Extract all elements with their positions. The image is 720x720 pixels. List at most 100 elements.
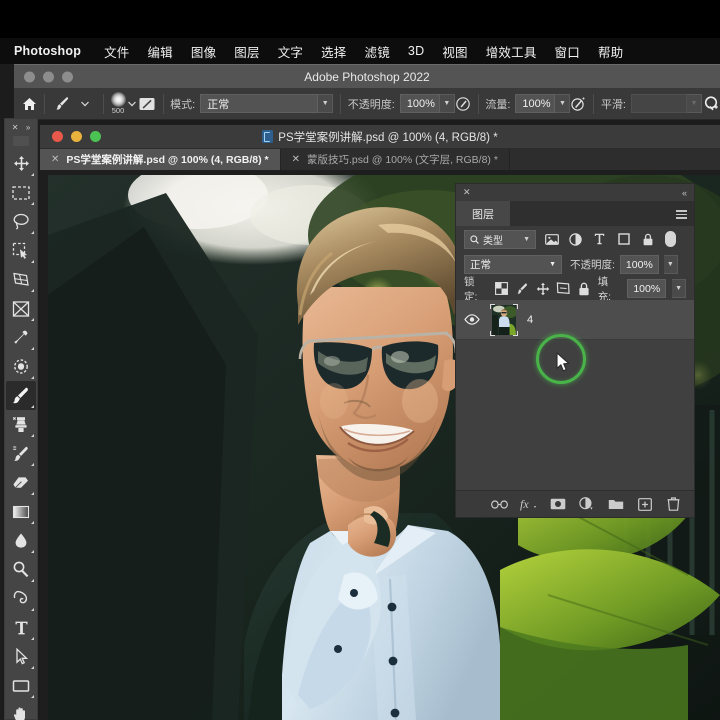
filter-adjustment-icon[interactable] [567, 231, 584, 248]
document-minimize-button[interactable] [71, 131, 82, 142]
panel-menu-icon[interactable] [676, 210, 687, 219]
blur-tool[interactable] [6, 526, 36, 555]
brush-preset-picker[interactable] [52, 88, 96, 119]
pen-tool[interactable] [6, 584, 36, 613]
document-tab-2[interactable]: ✕ 蒙版技巧.psd @ 100% (文字层, RGB/8) * [281, 149, 510, 170]
menu-photoshop[interactable]: Photoshop [6, 41, 95, 61]
delete-layer-icon[interactable] [665, 496, 682, 513]
history-brush-tool[interactable] [6, 439, 36, 468]
layer-blend-mode-select[interactable]: 正常 ▼ [464, 255, 562, 274]
layer-row-4[interactable]: 4 [456, 300, 694, 340]
layer-name[interactable]: 4 [527, 314, 533, 326]
lock-all-icon[interactable] [577, 281, 592, 296]
collapse-panel-icon[interactable]: « [682, 188, 687, 198]
menu-filter[interactable]: 滤镜 [356, 39, 399, 64]
layers-list[interactable]: 4 [456, 300, 694, 490]
menu-layer[interactable]: 图层 [225, 39, 268, 64]
menu-3d[interactable]: 3D [399, 41, 433, 61]
add-layer-mask-icon[interactable] [549, 496, 566, 513]
document-close-button[interactable] [52, 131, 63, 142]
document-zoom-button[interactable] [90, 131, 101, 142]
filter-pixel-icon[interactable] [543, 231, 560, 248]
eyedropper-tool[interactable] [6, 323, 36, 352]
new-layer-icon[interactable] [636, 496, 653, 513]
menu-image[interactable]: 图像 [182, 39, 225, 64]
dodge-tool[interactable] [6, 555, 36, 584]
document-window-controls[interactable] [52, 131, 101, 142]
fill-value[interactable]: 100% [627, 279, 667, 298]
menu-file[interactable]: 文件 [95, 39, 138, 64]
brush-tool[interactable] [6, 381, 36, 410]
rectangle-tool[interactable] [6, 671, 36, 700]
gradient-tool[interactable] [6, 497, 36, 526]
filter-shape-icon[interactable] [615, 231, 632, 248]
airbrush-icon[interactable] [570, 93, 586, 115]
app-minimize-button[interactable] [43, 71, 54, 82]
smoothing-value[interactable] [631, 94, 687, 113]
crop-tool[interactable] [6, 265, 36, 294]
menu-plugins[interactable]: 增效工具 [477, 39, 546, 64]
flow-value[interactable]: 100% [515, 94, 556, 113]
expand-right-icon[interactable]: » [26, 123, 30, 132]
lock-image-pixels-icon[interactable] [514, 281, 529, 296]
menu-help[interactable]: 帮助 [589, 39, 632, 64]
document-tab-1[interactable]: ✕ PS学堂案例讲解.psd @ 100% (4, RGB/8) * [40, 149, 281, 170]
link-layers-icon[interactable] [491, 496, 508, 513]
eye-icon[interactable] [462, 314, 481, 325]
brush-preset-caret-icon[interactable] [74, 93, 96, 115]
filter-type-icon[interactable] [591, 231, 608, 248]
rectangular-marquee-tool[interactable] [6, 178, 36, 207]
layer-opacity-value[interactable]: 100% [619, 255, 659, 274]
menu-select[interactable]: 选择 [312, 39, 355, 64]
clone-stamp-tool[interactable] [6, 410, 36, 439]
tools-panel-grip[interactable] [13, 136, 29, 146]
close-icon[interactable]: ✕ [463, 187, 471, 198]
smoothing-chevron-down-icon[interactable]: ▼ [687, 94, 702, 113]
brush-size-caret-icon[interactable] [126, 93, 138, 115]
app-close-button[interactable] [24, 71, 35, 82]
pressure-opacity-icon[interactable] [455, 93, 471, 115]
close-icon[interactable]: ✕ [51, 154, 59, 165]
menu-type[interactable]: 文字 [269, 39, 312, 64]
menu-edit[interactable]: 编辑 [138, 39, 181, 64]
hand-tool[interactable] [6, 700, 36, 720]
brush-settings-icon[interactable] [138, 93, 156, 115]
frame-tool[interactable] [6, 294, 36, 323]
fill-chevron-down-icon[interactable]: ▼ [672, 279, 687, 298]
app-zoom-button[interactable] [62, 71, 73, 82]
path-selection-tool[interactable] [6, 642, 36, 671]
opacity-chevron-down-icon[interactable]: ▼ [439, 94, 455, 113]
filter-kind-select[interactable]: 类型 ▼ [464, 229, 536, 249]
new-group-icon[interactable] [607, 496, 624, 513]
lock-artboard-nesting-icon[interactable] [556, 281, 571, 296]
quick-selection-tool[interactable] [6, 236, 36, 265]
tab-layers[interactable]: 图层 [456, 201, 510, 226]
mode-value[interactable]: 正常 [200, 94, 319, 113]
spot-healing-brush-tool[interactable] [6, 352, 36, 381]
layer-style-fx-icon[interactable]: fx [520, 496, 537, 513]
tablet-pressure-icon[interactable] [702, 93, 720, 115]
close-icon[interactable]: ✕ [292, 154, 300, 165]
close-icon[interactable]: ✕ [12, 123, 19, 132]
filter-enable-toggle[interactable] [665, 231, 676, 247]
layer-thumbnail[interactable] [489, 303, 519, 336]
app-window-controls[interactable] [24, 71, 73, 82]
smoothing-group: 平滑: ▼ [601, 88, 702, 119]
lock-position-icon[interactable] [535, 281, 550, 296]
layer-opacity-chevron-down-icon[interactable]: ▼ [663, 255, 678, 274]
lock-transparent-pixels-icon[interactable] [494, 281, 509, 296]
filter-smart-object-icon[interactable] [639, 231, 656, 248]
type-tool[interactable] [6, 613, 36, 642]
home-icon[interactable] [22, 93, 37, 115]
brush-size-preview[interactable]: 500 [110, 92, 126, 115]
move-tool[interactable] [6, 149, 36, 178]
new-adjustment-layer-icon[interactable] [578, 496, 595, 513]
lasso-tool[interactable] [6, 207, 36, 236]
eraser-tool[interactable] [6, 468, 36, 497]
menu-view[interactable]: 视图 [433, 39, 476, 64]
opacity-value[interactable]: 100% [399, 94, 440, 113]
mode-chevron-down-icon[interactable]: ▼ [318, 94, 334, 113]
flow-chevron-down-icon[interactable]: ▼ [555, 94, 571, 113]
menu-window[interactable]: 窗口 [546, 39, 589, 64]
brush-icon[interactable] [52, 93, 74, 115]
